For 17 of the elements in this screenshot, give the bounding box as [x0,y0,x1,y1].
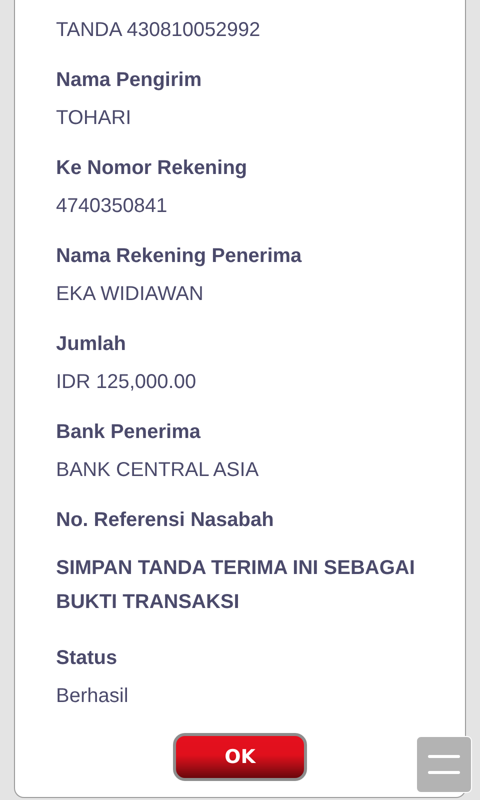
field-value: 4740350841 [56,194,168,219]
field-value: EKA WIDIAWAN [56,282,204,307]
field-label: No. Referensi Nasabah [56,508,275,533]
field-value: IDR 125,000.00 [56,370,198,395]
ok-button[interactable]: OK [173,733,307,781]
notice-text: SIMPAN TANDA TERIMA INI SEBAGAI BUKTI TRANSAKSI [56,556,416,615]
field-label: Nama Rekening Penerima [56,244,303,269]
menu-icon[interactable] [416,736,472,793]
field-value: BANK CENTRAL ASIA [56,458,260,483]
field-label: Status [56,646,118,671]
field-value: TOHARI [56,106,132,131]
field-label: Nama Pengirim [56,68,203,93]
field-value: Berhasil [56,684,130,709]
field-value: TANDA 430810052992 [56,18,262,43]
field-label: Bank Penerima [56,420,202,445]
field-label: Jumlah [56,332,128,357]
field-label: Ke Nomor Rekening [56,156,248,181]
